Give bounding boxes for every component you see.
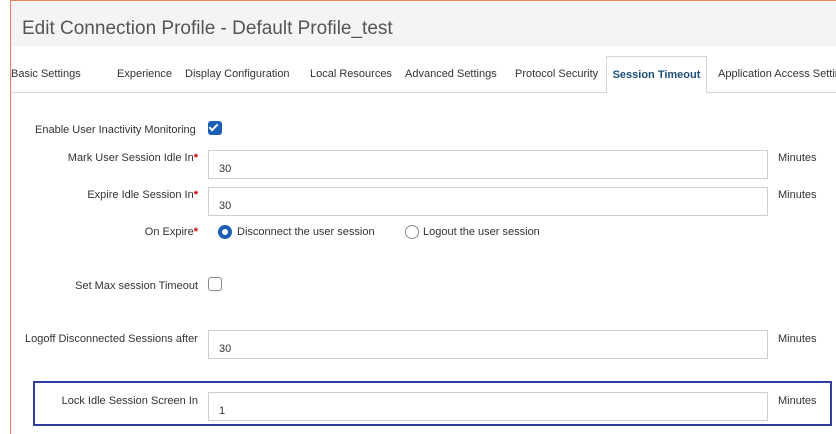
tab-display-configuration[interactable]: Display Configuration xyxy=(185,56,290,93)
dialog-header: Edit Connection Profile - Default Profil… xyxy=(11,1,836,46)
inactivity-monitoring-checkbox[interactable] xyxy=(208,121,222,135)
lock-input[interactable]: 1 xyxy=(208,392,768,421)
tab-experience[interactable]: Experience xyxy=(117,56,172,93)
logout-session-radio[interactable] xyxy=(405,225,419,239)
dialog-title: Edit Connection Profile - Default Profil… xyxy=(22,18,393,39)
tab-application-access-settings[interactable]: Application Access Settin xyxy=(718,56,836,93)
tab-local-resources[interactable]: Local Resources xyxy=(310,56,392,93)
expire-in-input[interactable]: 30 xyxy=(208,187,768,216)
tab-basic-settings[interactable]: Basic Settings xyxy=(11,56,81,93)
tab-session-timeout[interactable]: Session Timeout xyxy=(606,56,707,94)
dialog-frame: Edit Connection Profile - Default Profil… xyxy=(10,0,836,434)
logoff-label: Logoff Disconnected Sessions after xyxy=(25,333,198,345)
logoff-input[interactable]: 30 xyxy=(208,330,768,359)
required-marker: * xyxy=(193,189,198,201)
tab-advanced-settings[interactable]: Advanced Settings xyxy=(405,56,497,93)
tab-bar: Basic Settings Experience Display Config… xyxy=(11,56,836,94)
max-timeout-checkbox[interactable] xyxy=(208,277,222,291)
logout-session-label[interactable]: Logout the user session xyxy=(423,226,540,238)
idle-in-label: Mark User Session Idle In* xyxy=(67,152,198,164)
expire-in-label: Expire Idle Session In* xyxy=(87,189,198,201)
on-expire-label: On Expire* xyxy=(144,226,198,238)
lock-unit: Minutes xyxy=(778,395,817,407)
checkmark-icon xyxy=(208,121,219,132)
idle-in-unit: Minutes xyxy=(778,152,817,164)
required-marker: * xyxy=(193,152,198,164)
lock-label: Lock Idle Session Screen In xyxy=(61,395,198,407)
disconnect-session-label[interactable]: Disconnect the user session xyxy=(237,226,375,238)
logoff-unit: Minutes xyxy=(778,333,817,345)
idle-in-input[interactable]: 30 xyxy=(208,150,768,179)
disconnect-session-radio[interactable] xyxy=(218,225,232,239)
max-timeout-label: Set Max session Timeout xyxy=(75,280,198,292)
inactivity-monitoring-label: Enable User Inactivity Monitoring xyxy=(35,124,196,136)
required-marker: * xyxy=(193,226,198,238)
tab-protocol-security[interactable]: Protocol Security xyxy=(515,56,598,93)
expire-in-unit: Minutes xyxy=(778,189,817,201)
